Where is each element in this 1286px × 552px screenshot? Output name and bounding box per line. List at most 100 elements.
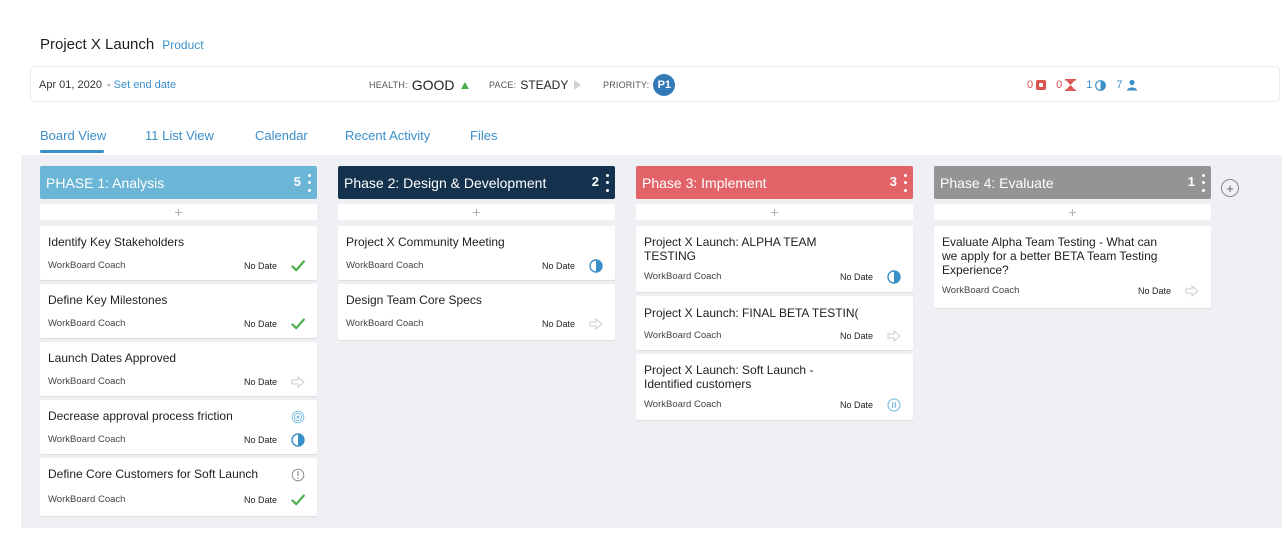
priority-label: PRIORITY: [603,80,650,90]
project-category-link[interactable]: Product [162,38,203,52]
tab-recent-activity[interactable]: Recent Activity [345,128,430,143]
priority-indicator[interactable]: PRIORITY: P1 [603,67,676,103]
tab-calendar[interactable]: Calendar [255,128,308,143]
card-date: No Date [243,261,277,271]
card-owner: WorkBoard Coach [942,285,1020,296]
project-info-bar: Apr 01, 2020 - Set end date HEALTH: GOOD… [30,66,1280,102]
task-card[interactable]: Define Core Customers for Soft Launch Wo… [40,458,317,516]
add-column-button[interactable]: + [1221,179,1239,197]
card-title: Project X Launch: FINAL BETA TESTIN( [644,306,859,320]
column-title: Phase 4: Evaluate [940,174,1054,191]
late-counter[interactable]: 0 [1056,79,1077,91]
card-owner: WorkBoard Coach [48,494,126,505]
pace-value: STEADY [520,78,569,92]
card-owner: WorkBoard Coach [346,318,424,329]
task-card[interactable]: Evaluate Alpha Team Testing - What can w… [934,226,1211,308]
pace-label: PACE: [489,80,517,90]
priority-badge: P1 [653,74,676,96]
hourglass-icon [1065,79,1077,91]
column-phase-3: Phase 3: Implement 3 + Project X Launch:… [636,166,913,426]
column-phase-2: Phase 2: Design & Development 2 + Projec… [338,166,615,346]
overdue-counter[interactable]: 0 [1027,79,1047,91]
start-date: Apr 01, 2020 [39,79,102,91]
tab-list-view[interactable]: 11 List View [145,128,214,143]
card-date: No Date [541,319,575,329]
add-card-button[interactable]: + [636,204,913,220]
active-tab-indicator [40,150,104,153]
card-date: No Date [839,272,873,282]
column-title: Phase 2: Design & Development [344,174,547,191]
alert-icon[interactable] [291,468,305,482]
check-icon[interactable] [291,493,305,507]
date-range: Apr 01, 2020 - Set end date [39,67,176,103]
set-end-date-link[interactable]: Set end date [114,79,176,91]
task-card[interactable]: Project X Launch: ALPHA TEAM TESTING Wor… [636,226,913,292]
column-count: 3 [889,174,897,189]
task-card[interactable]: Project X Launch: FINAL BETA TESTIN( Wor… [636,296,913,350]
overdue-count: 0 [1027,79,1034,91]
task-card[interactable]: Project X Community Meeting WorkBoard Co… [338,226,615,280]
project-title: Project X Launch [40,36,155,53]
card-title: Design Team Core Specs [346,293,482,307]
half-circle-icon[interactable] [887,270,901,284]
task-card[interactable]: Define Key Milestones WorkBoard Coach No… [40,284,317,338]
project-header: Project X Launch Product [40,36,204,56]
target-icon[interactable] [291,410,305,424]
task-card[interactable]: Project X Launch: Soft Launch - Identifi… [636,354,913,420]
card-owner: WorkBoard Coach [644,271,722,282]
task-card[interactable]: Launch Dates Approved WorkBoard Coach No… [40,342,317,396]
overdue-icon [1036,80,1047,90]
column-title: PHASE 1: Analysis [46,174,165,191]
card-owner: WorkBoard Coach [48,376,126,387]
column-header[interactable]: Phase 3: Implement 3 [636,166,913,199]
column-menu-icon[interactable] [903,172,907,194]
column-header[interactable]: PHASE 1: Analysis 5 [40,166,317,199]
task-card[interactable]: Decrease approval process friction WorkB… [40,400,317,454]
column-menu-icon[interactable] [605,172,609,194]
half-circle-icon [1095,79,1107,91]
column-header[interactable]: Phase 4: Evaluate 1 [934,166,1211,199]
play-icon [574,80,582,90]
column-menu-icon[interactable] [1201,172,1205,194]
health-indicator[interactable]: HEALTH: GOOD [369,67,469,103]
person-icon [1126,79,1137,91]
task-card[interactable]: Identify Key Stakeholders WorkBoard Coac… [40,226,317,280]
column-header[interactable]: Phase 2: Design & Development 2 [338,166,615,199]
card-date: No Date [243,319,277,329]
arrow-right-icon[interactable] [1185,284,1199,298]
half-circle-icon[interactable] [589,259,603,273]
card-date: No Date [839,400,873,410]
arrow-right-icon[interactable] [291,375,305,389]
pause-icon[interactable] [887,398,901,412]
arrow-right-icon[interactable] [887,329,901,343]
column-phase-1: PHASE 1: Analysis 5 + Identify Key Stake… [40,166,317,526]
add-card-button[interactable]: + [40,204,317,220]
card-title: Define Core Customers for Soft Launch [48,467,259,481]
card-owner: WorkBoard Coach [644,399,722,410]
kanban-board: PHASE 1: Analysis 5 + Identify Key Stake… [21,155,1282,528]
card-title: Evaluate Alpha Team Testing - What can w… [942,235,1158,277]
health-value: GOOD [411,77,455,93]
tab-board-view[interactable]: Board View [40,128,106,143]
late-count: 0 [1056,79,1063,91]
card-date: No Date [243,435,277,445]
arrow-right-icon[interactable] [589,317,603,331]
in-progress-counter[interactable]: 1 [1086,79,1107,91]
pace-indicator[interactable]: PACE: STEADY [489,67,582,103]
members-counter[interactable]: 7 [1116,79,1137,91]
card-title: Project X Community Meeting [346,235,505,249]
tab-files[interactable]: Files [470,128,497,143]
check-icon[interactable] [291,317,305,331]
column-menu-icon[interactable] [307,172,311,194]
column-count: 2 [591,174,599,189]
task-card[interactable]: Design Team Core Specs WorkBoard Coach N… [338,284,615,340]
half-circle-icon[interactable] [291,433,305,447]
card-owner: WorkBoard Coach [346,260,424,271]
card-date: No Date [243,377,277,387]
card-title: Define Key Milestones [48,293,168,307]
add-card-button[interactable]: + [934,204,1211,220]
column-title: Phase 3: Implement [642,174,767,191]
check-icon[interactable] [291,259,305,273]
card-date: No Date [243,495,277,505]
add-card-button[interactable]: + [338,204,615,220]
